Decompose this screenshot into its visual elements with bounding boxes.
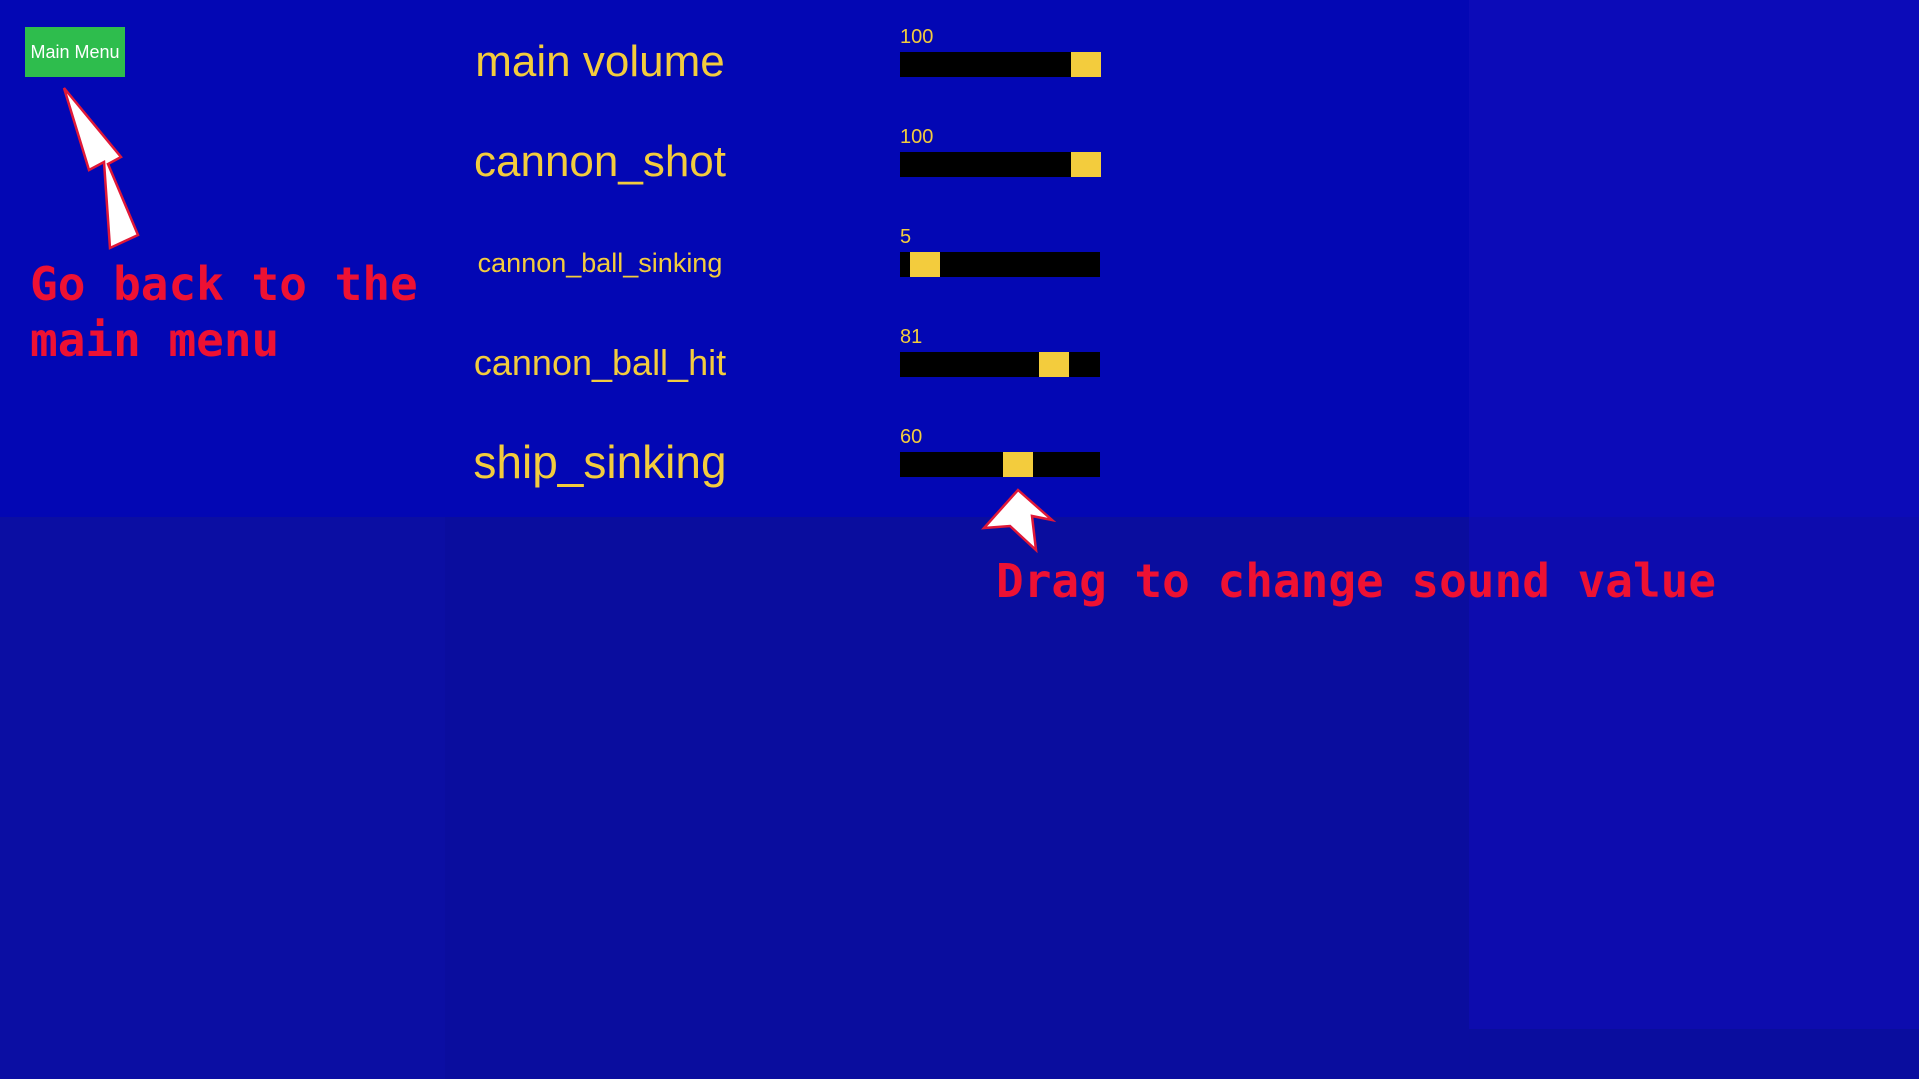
slider-track-cannon-ball-sinking[interactable]	[900, 252, 1100, 277]
slider-knob-cannon-shot[interactable]	[1071, 152, 1101, 177]
slider-track-ship-sinking[interactable]	[900, 452, 1100, 477]
slider-label-ship-sinking: ship_sinking	[473, 436, 727, 488]
drag-slider-hint: Drag to change sound value	[996, 554, 1717, 608]
slider-value-main-volume: 100	[900, 26, 934, 48]
slider-value-cannon-ball-hit: 81	[900, 326, 923, 348]
slider-knob-cannon-ball-hit[interactable]	[1039, 352, 1069, 377]
slider-track-cannon-shot[interactable]	[900, 152, 1101, 177]
slider-label-main-volume: main volume	[475, 37, 725, 86]
slider-track-main-volume[interactable]	[900, 52, 1101, 77]
slider-knob-ship-sinking[interactable]	[1003, 452, 1033, 477]
arrow-pointer-icon	[980, 488, 1057, 554]
sound-settings-screen: Main Menu Go back to the main menu main …	[0, 0, 1919, 1079]
slider-label-cannon-shot: cannon_shot	[474, 137, 726, 186]
background-patch	[0, 517, 445, 1079]
slider-value-cannon-shot: 100	[900, 126, 934, 148]
slider-value-ship-sinking: 60	[900, 426, 923, 448]
main-menu-hint: Go back to the main menu	[30, 257, 418, 367]
slider-knob-cannon-ball-sinking[interactable]	[910, 252, 940, 277]
slider-knob-main-volume[interactable]	[1071, 52, 1101, 77]
slider-label-cannon-ball-hit: cannon_ball_hit	[473, 342, 727, 383]
arrow-pointer-icon	[62, 87, 140, 250]
main-menu-button[interactable]: Main Menu	[25, 27, 125, 77]
slider-label-cannon-ball-sinking: cannon_ball_sinking	[477, 248, 723, 278]
slider-track-cannon-ball-hit[interactable]	[900, 352, 1100, 377]
slider-value-cannon-ball-sinking: 5	[900, 226, 912, 248]
